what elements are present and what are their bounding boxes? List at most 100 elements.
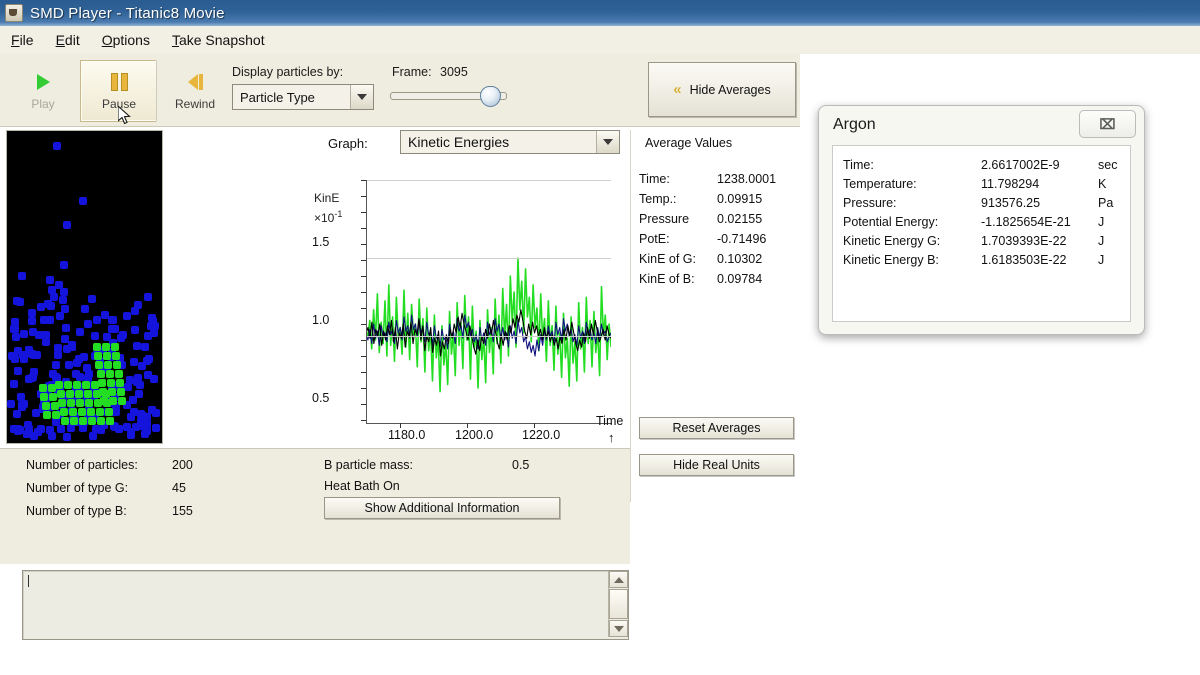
particle-b [28, 350, 36, 358]
scroll-down-icon[interactable] [609, 620, 628, 637]
argon-unit: J [1098, 234, 1104, 248]
chevron-down-icon[interactable] [350, 85, 373, 109]
particle-b [133, 342, 141, 350]
particle-g [87, 408, 95, 416]
particle-b [20, 330, 28, 338]
y-tick-label: 1.0 [312, 313, 329, 327]
particle-g [84, 390, 92, 398]
reset-averages-button[interactable]: Reset Averages [639, 417, 794, 439]
particle-g [102, 343, 110, 351]
particle-b [111, 325, 119, 333]
particle-b [143, 357, 151, 365]
particle-g [109, 397, 117, 405]
particle-g [79, 417, 87, 425]
particle-b [13, 410, 21, 418]
play-button[interactable]: Play [4, 60, 82, 122]
argon-key: Temperature: [843, 177, 917, 191]
show-additional-information-button[interactable]: Show Additional Information [324, 497, 560, 519]
chevron-down-icon[interactable] [596, 131, 619, 153]
argon-unit: K [1098, 177, 1106, 191]
argon-value: 2.6617002E-9 [981, 158, 1060, 172]
x-tick-label: 1180.0 [388, 428, 425, 442]
console-scrollbar[interactable] [608, 571, 628, 637]
menu-item-take-snapshot[interactable]: Take Snapshot [161, 29, 276, 51]
particle-b [131, 326, 139, 334]
argon-key: Kinetic Energy G: [843, 234, 940, 248]
average-value: 1238.0001 [717, 172, 776, 186]
console-text-area[interactable] [22, 570, 629, 640]
particle-g [69, 408, 77, 416]
rewind-icon [188, 71, 203, 93]
display-particles-by-value: Particle Type [233, 90, 350, 105]
plot-canvas [366, 180, 611, 420]
double-chevron-left-icon: « [673, 82, 681, 97]
particle-simulation-view[interactable] [6, 130, 163, 444]
b-particle-mass-value: 0.5 [512, 458, 529, 472]
particle-b [54, 351, 62, 359]
particle-b [17, 393, 25, 401]
particle-g [118, 397, 126, 405]
particle-b [73, 359, 81, 367]
particle-b [135, 390, 143, 398]
argon-key: Pressure: [843, 196, 897, 210]
average-key: Time: [639, 172, 670, 186]
particle-b [141, 343, 149, 351]
particle-b [79, 197, 87, 205]
display-particles-by-select[interactable]: Particle Type [232, 84, 374, 110]
y-axis-tick [361, 356, 366, 357]
particle-g [88, 417, 96, 425]
average-key: PotE: [639, 232, 670, 246]
graph-type-select[interactable]: Kinetic Energies [400, 130, 620, 154]
hide-real-units-button[interactable]: Hide Real Units [639, 454, 794, 476]
menu-item-file[interactable]: File [0, 29, 45, 51]
hide-averages-button[interactable]: « Hide Averages [648, 62, 796, 117]
pause-button[interactable]: Pause [80, 60, 158, 122]
particle-b [14, 367, 22, 375]
particle-b [60, 261, 68, 269]
num-type-b-value: 155 [172, 504, 193, 518]
menu-item-options[interactable]: Options [91, 29, 161, 51]
particle-b [130, 358, 138, 366]
particle-b [13, 297, 21, 305]
slider-thumb[interactable] [480, 86, 501, 107]
argon-values-list: Time: 2.6617002E-9 sec Temperature: 11.7… [832, 145, 1131, 322]
scroll-up-icon[interactable] [609, 571, 628, 588]
title-bar: SMD Player - Titanic8 Movie [0, 0, 1200, 26]
particle-b [47, 302, 55, 310]
particle-g [95, 361, 103, 369]
average-key: KinE of G: [639, 252, 696, 266]
frame-slider[interactable] [390, 86, 505, 104]
particle-b [142, 418, 150, 426]
close-icon[interactable]: ⌧ [1079, 110, 1136, 138]
particle-b [28, 317, 36, 325]
average-key: KinE of B: [639, 272, 695, 286]
display-particles-by-label: Display particles by: [232, 65, 343, 79]
application-window: SMD Player - Titanic8 Movie File Edit Op… [0, 0, 1200, 675]
particle-b [60, 288, 68, 296]
scrollbar-thumb[interactable] [609, 589, 628, 619]
menu-item-edit[interactable]: Edit [45, 29, 91, 51]
x-axis-tick [400, 423, 401, 428]
x-axis-tick [467, 423, 468, 428]
particle-g [112, 352, 120, 360]
rewind-button[interactable]: Rewind [156, 60, 234, 122]
particle-b [84, 320, 92, 328]
show-additional-information-label: Show Additional Information [365, 501, 520, 515]
argon-value: -1.1825654E-21 [981, 215, 1071, 229]
particle-b [76, 328, 84, 336]
particle-g [106, 417, 114, 425]
particle-b [46, 316, 54, 324]
particle-g [100, 397, 108, 405]
hide-averages-label: Hide Averages [690, 83, 771, 97]
particle-b [52, 361, 60, 369]
particle-g [42, 402, 50, 410]
average-value: 0.09915 [717, 192, 762, 206]
window-title: SMD Player - Titanic8 Movie [30, 5, 225, 22]
particle-g [67, 399, 75, 407]
graph-label: Graph: [328, 136, 368, 151]
y-axis-tick [361, 244, 366, 245]
y-axis-tick [361, 276, 366, 277]
particle-b [48, 432, 56, 440]
particle-g [51, 402, 59, 410]
b-particle-mass-label: B particle mass: [324, 458, 413, 472]
